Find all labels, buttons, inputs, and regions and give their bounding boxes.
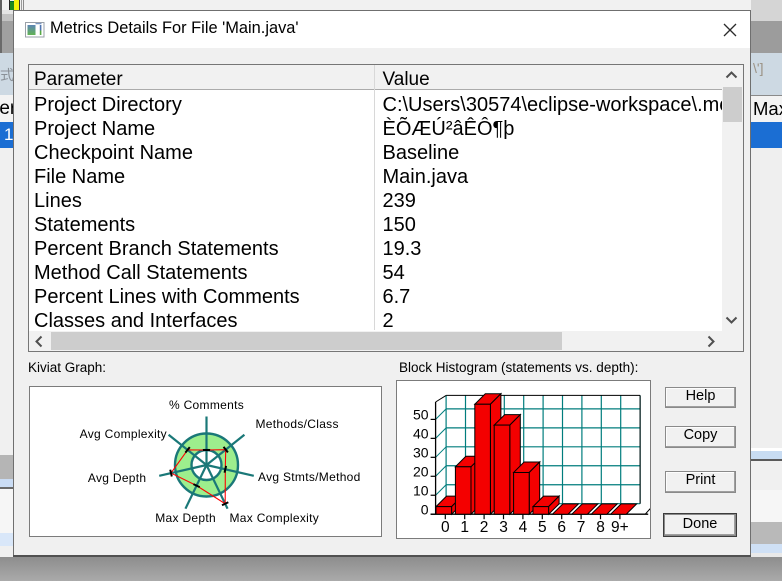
svg-text:6: 6 [557, 519, 566, 536]
svg-text:10: 10 [413, 483, 429, 499]
svg-text:Avg Depth: Avg Depth [88, 471, 147, 485]
svg-text:% Comments: % Comments [169, 398, 244, 412]
svg-text:Avg Complexity: Avg Complexity [80, 427, 167, 441]
svg-text:40: 40 [413, 426, 429, 442]
svg-text:1: 1 [460, 519, 469, 536]
svg-text:50: 50 [413, 407, 429, 423]
svg-text:Max Complexity: Max Complexity [230, 511, 320, 525]
svg-text:0: 0 [421, 502, 429, 518]
svg-text:Avg Stmts/Method: Avg Stmts/Method [258, 470, 361, 484]
svg-text:3: 3 [499, 519, 508, 536]
svg-text:7: 7 [577, 519, 586, 536]
svg-text:2: 2 [480, 519, 489, 536]
svg-text:8: 8 [596, 519, 605, 536]
svg-text:5: 5 [538, 519, 547, 536]
svg-text:20: 20 [413, 464, 429, 480]
svg-text:Methods/Class: Methods/Class [256, 417, 339, 431]
svg-text:30: 30 [413, 445, 429, 461]
svg-text:0: 0 [441, 519, 450, 536]
svg-text:Max Depth: Max Depth [155, 511, 216, 525]
svg-text:9+: 9+ [611, 519, 629, 536]
svg-text:4: 4 [519, 519, 528, 536]
